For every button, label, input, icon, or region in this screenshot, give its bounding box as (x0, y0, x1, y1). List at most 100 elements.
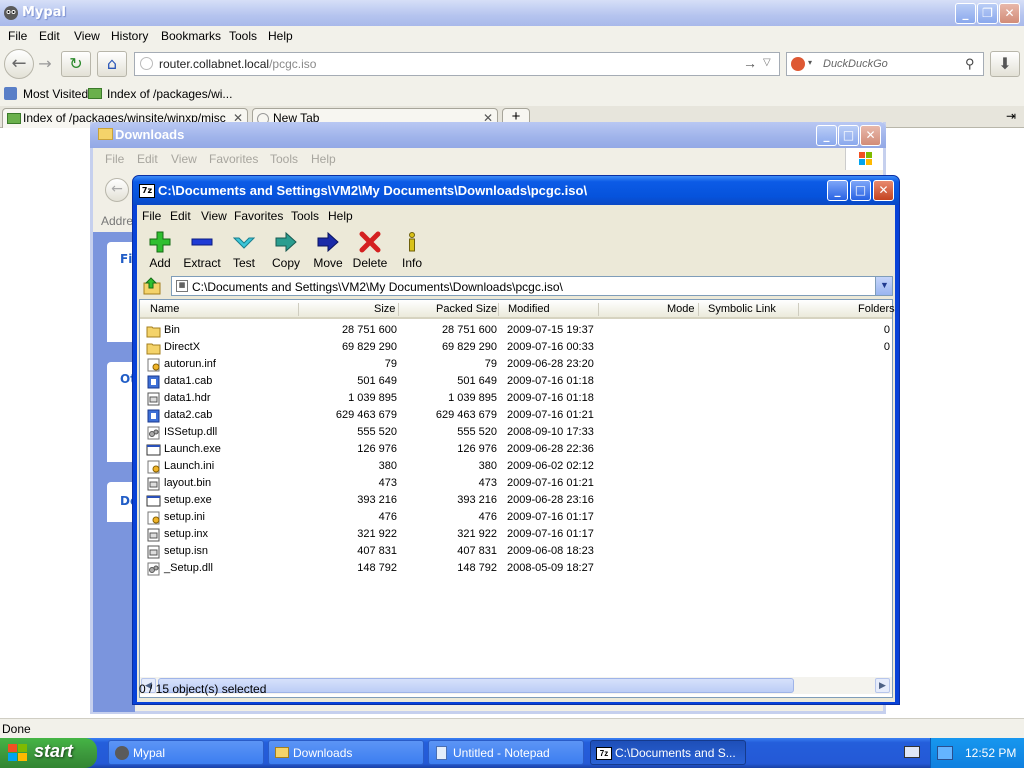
file-size: 407 831 (357, 545, 397, 557)
browser-title-bar[interactable]: Mypal _ ❐ ✕ (0, 0, 1024, 26)
sevenzip-menu-favorites[interactable]: Favorites (234, 209, 283, 223)
table-row[interactable]: setup.isn 407 831 407 831 2009-06-08 18:23 (140, 543, 892, 560)
arrow-right-icon: → (38, 54, 52, 73)
taskbar-item-downloads[interactable]: Downloads (268, 740, 424, 765)
table-row[interactable]: Launch.exe 126 976 126 976 2009-06-28 22:36 (140, 441, 892, 458)
table-row[interactable]: Bin 28 751 600 28 751 600 2009-07-15 19:37 0 (140, 322, 892, 339)
explorer-menu-tools[interactable]: Tools (270, 152, 298, 166)
explorer-menu-file[interactable]: File (105, 152, 124, 166)
table-row[interactable]: data1.hdr 1 039 895 1 039 895 2009-07-16 01… (140, 390, 892, 407)
network-icon[interactable] (937, 746, 953, 760)
explorer-minimize-button[interactable]: _ (816, 125, 837, 146)
table-row[interactable]: _Setup.dll 148 792 148 792 2008-05-09 18:27 (140, 560, 892, 577)
extract-button[interactable]: Extract (179, 229, 225, 273)
table-row[interactable]: setup.exe 393 216 393 216 2009-06-28 23:16 (140, 492, 892, 509)
table-row[interactable]: data2.cab 629 463 679 629 463 679 2009-07-1… (140, 407, 892, 424)
copy-button[interactable]: Copy (263, 229, 309, 273)
explorer-close-button[interactable]: ✕ (860, 125, 881, 146)
table-row[interactable]: setup.inx 321 922 321 922 2009-07-16 01:17 (140, 526, 892, 543)
table-row[interactable]: ISSetup.dll 555 520 555 520 2008-09-10 17:3… (140, 424, 892, 441)
explorer-menu-favorites[interactable]: Favorites (209, 152, 258, 166)
column-packed-size[interactable]: Packed Size (436, 303, 497, 315)
table-row[interactable]: layout.bin 473 473 2009-07-16 01:21 (140, 475, 892, 492)
explorer-menu-help[interactable]: Help (311, 152, 336, 166)
url-bar[interactable]: router.collabnet.local/pcgc.iso → ▽ (134, 52, 780, 76)
explorer-title-bar[interactable]: Downloads _ □ ✕ (90, 122, 886, 148)
column-modified[interactable]: Modified (508, 303, 550, 315)
delete-button[interactable]: Delete (347, 229, 393, 273)
menu-help[interactable]: Help (268, 29, 293, 43)
add-button[interactable]: Add (137, 229, 183, 273)
table-row[interactable]: data1.cab 501 649 501 649 2009-07-16 01:18 (140, 373, 892, 390)
sevenzip-close-button[interactable]: ✕ (873, 180, 894, 201)
browser-minimize-button[interactable]: _ (955, 3, 976, 24)
clock[interactable]: 12:52 PM (965, 746, 1016, 760)
start-button[interactable]: start (0, 738, 97, 768)
menu-view[interactable]: View (74, 29, 100, 43)
column-folders[interactable]: Folders (858, 303, 895, 315)
back-button[interactable]: ← (4, 49, 34, 79)
menu-tools[interactable]: Tools (229, 29, 257, 43)
menu-edit[interactable]: Edit (39, 29, 60, 43)
bookmark-index-packages[interactable]: Index of /packages/wi... (107, 87, 232, 101)
taskbar-item-mypal[interactable]: Mypal (108, 740, 264, 765)
sevenzip-title-bar[interactable]: 7z C:\Documents and Settings\VM2\My Docu… (133, 176, 899, 205)
column-size[interactable]: Size (374, 303, 395, 315)
menu-history[interactable]: History (111, 29, 148, 43)
file-modified: 2009-06-02 02:12 (507, 460, 594, 472)
home-button[interactable]: ⌂ (97, 51, 127, 77)
file-size: 393 216 (357, 494, 397, 506)
table-row[interactable]: autorun.inf 79 79 2009-06-28 23:20 (140, 356, 892, 373)
tab-list-icon[interactable]: ⇥ (1006, 109, 1016, 123)
sevenzip-menu-file[interactable]: File (142, 209, 161, 223)
forward-button[interactable]: → (34, 54, 56, 76)
reload-button[interactable]: ↻ (61, 51, 91, 77)
browser-restore-button[interactable]: ❐ (977, 3, 998, 24)
table-row[interactable]: DirectX 69 829 290 69 829 290 2009-07-16 00… (140, 339, 892, 356)
file-size: 473 (378, 477, 397, 489)
search-icon[interactable]: ⚲ (965, 56, 975, 72)
sevenzip-menu-help[interactable]: Help (328, 209, 353, 223)
test-button[interactable]: Test (221, 229, 267, 273)
up-folder-button[interactable] (143, 277, 163, 295)
sevenzip-menu-edit[interactable]: Edit (170, 209, 191, 223)
explorer-menu-view[interactable]: View (171, 152, 197, 166)
column-symbolic-link[interactable]: Symbolic Link (708, 303, 776, 315)
menu-file[interactable]: File (8, 29, 27, 43)
taskbar-item-sevenzip[interactable]: 7z C:\Documents and S... (590, 740, 746, 765)
sevenzip-minimize-button[interactable]: _ (827, 180, 848, 201)
explorer-back-button[interactable]: ← (105, 178, 129, 202)
info-button[interactable]: Info (389, 229, 435, 273)
downloads-button[interactable]: ⬇ (990, 51, 1020, 77)
scroll-right-icon[interactable]: ▶ (875, 678, 890, 693)
file-list[interactable]: Name Size Packed Size Modified Mode Symb… (139, 299, 895, 698)
search-bar[interactable]: ▾ DuckDuckGo ⚲ (786, 52, 984, 76)
search-engine-dropdown-icon[interactable]: ▾ (808, 58, 812, 67)
browser-close-button[interactable]: ✕ (999, 3, 1020, 24)
explorer-maximize-button[interactable]: □ (838, 125, 859, 146)
sevenzip-logo-icon: 7z (139, 184, 155, 198)
sevenzip-maximize-button[interactable]: □ (850, 180, 871, 201)
dll-file-icon (146, 426, 161, 440)
table-row[interactable]: Launch.ini 380 380 2009-06-02 02:12 (140, 458, 892, 475)
file-modified: 2009-07-16 00:33 (507, 341, 594, 353)
move-button[interactable]: Move (305, 229, 351, 273)
table-row[interactable]: setup.ini 476 476 2009-07-16 01:17 (140, 509, 892, 526)
taskbar-item-notepad[interactable]: Untitled - Notepad (428, 740, 584, 765)
column-mode[interactable]: Mode (667, 303, 695, 315)
menu-bookmarks[interactable]: Bookmarks (161, 29, 221, 43)
bookmark-most-visited[interactable]: Most Visited (23, 87, 88, 101)
address-dropdown-button[interactable]: ▼ (875, 277, 892, 295)
go-arrow-icon[interactable]: → (743, 55, 757, 71)
explorer-menu-edit[interactable]: Edit (137, 152, 158, 166)
mypal-logo-icon (4, 6, 18, 20)
sevenzip-logo-icon: 7z (596, 747, 612, 760)
file-packed-size: 79 (484, 358, 497, 370)
sevenzip-menu-tools[interactable]: Tools (291, 209, 319, 223)
sevenzip-address-bar[interactable]: ▦ C:\Documents and Settings\VM2\My Docum… (171, 276, 893, 296)
keyboard-icon[interactable] (904, 746, 920, 758)
url-dropdown-icon[interactable]: ▽ (763, 57, 771, 68)
exe-file-icon (146, 443, 161, 457)
sevenzip-menu-view[interactable]: View (201, 209, 227, 223)
column-name[interactable]: Name (150, 303, 179, 315)
